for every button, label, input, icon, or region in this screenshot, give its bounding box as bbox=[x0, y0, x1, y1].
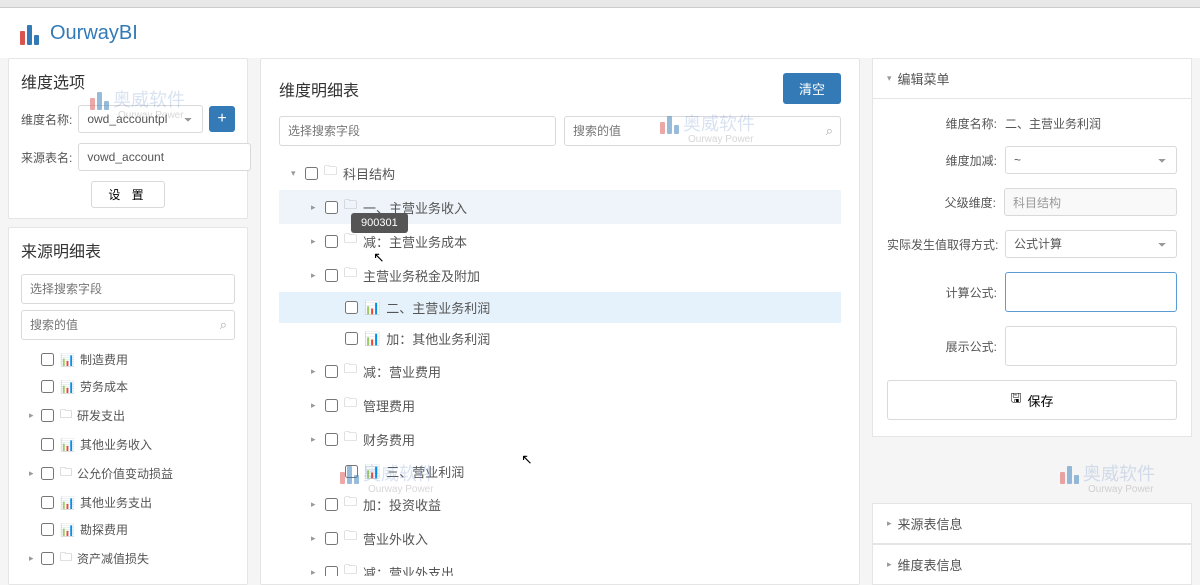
save-button[interactable]: 🖫保存 bbox=[887, 380, 1177, 420]
edit-dim-name: 二、主营业务利润 bbox=[1005, 115, 1177, 132]
source-info-header[interactable]: ▸来源表信息 bbox=[872, 503, 1192, 544]
clear-button[interactable]: 清空 bbox=[783, 73, 841, 104]
tooltip: 900301 bbox=[351, 213, 408, 233]
tree-item[interactable]: 📊加：其他业务利润 bbox=[279, 323, 841, 354]
tree-item[interactable]: ▸🗀减：营业费用 bbox=[279, 354, 841, 388]
chart-icon: 📊 bbox=[364, 300, 380, 316]
edit-menu-header[interactable]: ▾ 编辑菜单 bbox=[872, 58, 1192, 99]
chart-icon: 📊 bbox=[364, 331, 380, 347]
settings-button[interactable]: 设 置 bbox=[91, 181, 164, 208]
dim-name-select[interactable]: owd_accountpl bbox=[78, 105, 203, 133]
chevron-right-icon: ▸ bbox=[887, 559, 892, 570]
edit-form: 维度名称:二、主营业务利润 维度加减:~ 父级维度: 实际发生值取得方式:公式计… bbox=[872, 99, 1192, 437]
folder-icon: 🗀 bbox=[344, 561, 357, 576]
detail-table-title: 维度明细表 bbox=[279, 77, 783, 101]
folder-icon: 🗀 bbox=[344, 428, 357, 450]
chart-icon: 📊 bbox=[364, 464, 380, 480]
tree-item[interactable]: ▸🗀研发支出 bbox=[21, 400, 235, 431]
folder-icon: 🗀 bbox=[60, 548, 72, 566]
tree-item[interactable]: 📊其他业务收入 bbox=[21, 431, 235, 458]
parent-dim-input bbox=[1004, 188, 1177, 216]
chart-icon: 📊 bbox=[60, 523, 75, 537]
detail-title: 来源明细表 bbox=[21, 238, 235, 262]
folder-icon: 🗀 bbox=[344, 360, 357, 382]
tree-item[interactable]: ▸🗀减：营业外支出 bbox=[279, 555, 841, 576]
tree-item[interactable]: ▸🗀管理费用 bbox=[279, 388, 841, 422]
options-title: 维度选项 bbox=[21, 69, 235, 93]
tree-item[interactable]: ▸🗀公允价值变动损益 bbox=[21, 458, 235, 489]
add-button[interactable]: + bbox=[209, 106, 235, 132]
tree-item[interactable]: ▸🗀主营业务税金及附加 bbox=[279, 258, 841, 292]
folder-icon: 🗀 bbox=[344, 493, 357, 515]
folder-icon: 🗀 bbox=[344, 264, 357, 286]
tree-item[interactable]: ▾🗀科目结构 bbox=[279, 156, 841, 190]
chevron-right-icon: ▸ bbox=[887, 518, 892, 529]
source-detail-panel: 来源明细表 ⌕ 📊制造费用📊劳务成本▸🗀研发支出📊其他业务收入▸🗀公允价值变动损… bbox=[8, 227, 248, 585]
actual-method-select[interactable]: 公式计算 bbox=[1005, 230, 1177, 258]
chart-icon: 📊 bbox=[60, 496, 75, 510]
logo-icon bbox=[20, 21, 44, 45]
source-table-label: 来源表名: bbox=[21, 149, 72, 166]
display-formula-input[interactable] bbox=[1005, 326, 1177, 366]
brand-name: OurwayBI bbox=[50, 22, 138, 45]
tree-item[interactable]: 📊勘探费用 bbox=[21, 516, 235, 543]
tree-item[interactable]: ▸🗀加：投资收益 bbox=[279, 487, 841, 521]
tree-item[interactable]: ▸🗀营业外收入 bbox=[279, 521, 841, 555]
folder-icon: 🗀 bbox=[324, 162, 337, 184]
search-field-input[interactable] bbox=[21, 274, 235, 304]
tree-item[interactable]: ▸🗀财务费用 bbox=[279, 422, 841, 456]
dim-name-label: 维度名称: bbox=[21, 111, 72, 128]
folder-icon: 🗀 bbox=[344, 527, 357, 549]
chart-icon: 📊 bbox=[60, 353, 75, 367]
search-icon[interactable]: ⌕ bbox=[826, 123, 833, 139]
tree-item[interactable]: 📊二、主营业务利润 bbox=[279, 292, 841, 323]
app-header: OurwayBI bbox=[0, 8, 1200, 58]
folder-icon: 🗀 bbox=[344, 230, 357, 252]
tree-item[interactable]: 📊制造费用 bbox=[21, 346, 235, 373]
folder-icon: 🗀 bbox=[60, 463, 72, 484]
detail-table-panel: 维度明细表 清空 ⌕ 900301 ↖ ↖ ▾🗀科目结构▸🗀一、主营业务收入▸🗀… bbox=[260, 58, 860, 585]
mid-search-field[interactable] bbox=[279, 116, 556, 146]
tree-item[interactable]: ▸🗀资产减值损失 bbox=[21, 543, 235, 566]
chevron-down-icon: ▾ bbox=[887, 73, 892, 84]
dim-info-header[interactable]: ▸维度表信息 bbox=[872, 544, 1192, 585]
dimension-options-panel: 维度选项 维度名称: owd_accountpl + 来源表名: 设 置 bbox=[8, 58, 248, 219]
tree-item[interactable]: 📊三、营业利润 bbox=[279, 456, 841, 487]
mid-search-value[interactable] bbox=[564, 116, 841, 146]
save-icon: 🖫 bbox=[1010, 389, 1021, 411]
folder-icon: 🗀 bbox=[344, 394, 357, 416]
calc-formula-input[interactable] bbox=[1005, 272, 1177, 312]
source-table-input[interactable] bbox=[78, 143, 251, 171]
chart-icon: 📊 bbox=[60, 380, 75, 394]
search-value-input[interactable] bbox=[21, 310, 235, 340]
source-tree[interactable]: 📊制造费用📊劳务成本▸🗀研发支出📊其他业务收入▸🗀公允价值变动损益📊其他业务支出… bbox=[21, 346, 235, 566]
folder-icon: 🗀 bbox=[60, 405, 72, 426]
tree-item[interactable]: 📊劳务成本 bbox=[21, 373, 235, 400]
chart-icon: 📊 bbox=[60, 438, 75, 452]
dim-pm-select[interactable]: ~ bbox=[1005, 146, 1177, 174]
search-icon[interactable]: ⌕ bbox=[220, 317, 227, 333]
tree-item[interactable]: 📊其他业务支出 bbox=[21, 489, 235, 516]
